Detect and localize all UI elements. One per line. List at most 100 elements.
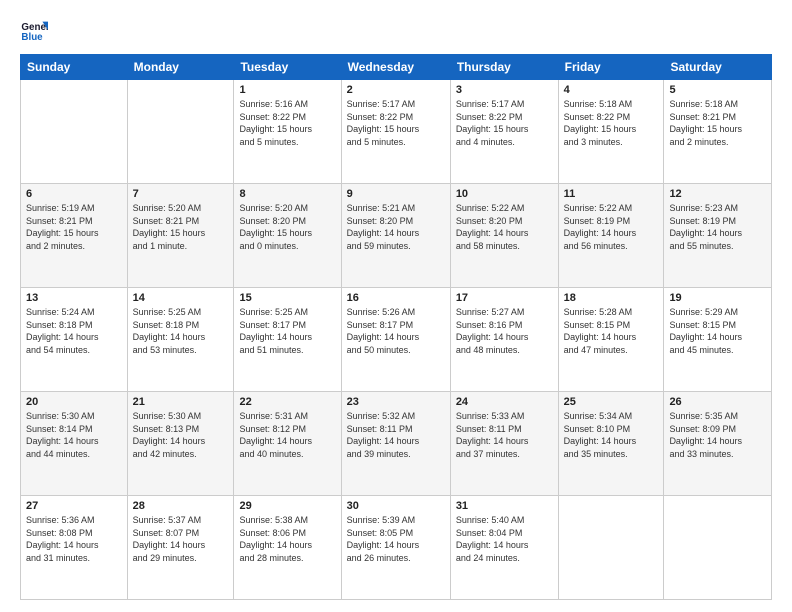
svg-text:Blue: Blue xyxy=(21,32,43,43)
day-info: Sunrise: 5:38 AM Sunset: 8:06 PM Dayligh… xyxy=(239,514,335,564)
day-number: 23 xyxy=(347,396,445,408)
calendar-cell: 4 Sunrise: 5:18 AM Sunset: 8:22 PM Daylig… xyxy=(558,80,664,184)
day-info: Sunrise: 5:40 AM Sunset: 8:04 PM Dayligh… xyxy=(456,514,553,564)
weekday-header-tuesday: Tuesday xyxy=(234,55,341,80)
calendar-cell: 22 Sunrise: 5:31 AM Sunset: 8:12 PM Dayli… xyxy=(234,392,341,496)
calendar-cell: 21 Sunrise: 5:30 AM Sunset: 8:13 PM Dayli… xyxy=(127,392,234,496)
calendar-cell: 29 Sunrise: 5:38 AM Sunset: 8:06 PM Dayli… xyxy=(234,496,341,600)
calendar-cell: 24Sunrise: 5:33 AM Sunset: 8:11 PM Dayli… xyxy=(450,392,558,496)
calendar-cell: 11 Sunrise: 5:22 AM Sunset: 8:19 PM Dayli… xyxy=(558,184,664,288)
day-info: Sunrise: 5:29 AM Sunset: 8:15 PM Dayligh… xyxy=(669,306,766,356)
day-info: Sunrise: 5:26 AM Sunset: 8:17 PM Dayligh… xyxy=(347,306,445,356)
calendar-cell: 31 Sunrise: 5:40 AM Sunset: 8:04 PM Dayli… xyxy=(450,496,558,600)
weekday-header-wednesday: Wednesday xyxy=(341,55,450,80)
calendar-cell: 13 Sunrise: 5:24 AM Sunset: 8:18 PM Dayli… xyxy=(21,288,128,392)
weekday-header-row: SundayMondayTuesdayWednesdayThursdayFrid… xyxy=(21,55,772,80)
day-number: 25 xyxy=(564,396,659,408)
calendar-cell: 18Sunrise: 5:28 AM Sunset: 8:15 PM Dayli… xyxy=(558,288,664,392)
day-number: 3 xyxy=(456,84,553,96)
day-number: 14 xyxy=(133,292,229,304)
day-number: 9 xyxy=(347,188,445,200)
day-number: 21 xyxy=(133,396,229,408)
calendar-week-row: 6 Sunrise: 5:19 AM Sunset: 8:21 PM Daylig… xyxy=(21,184,772,288)
calendar-week-row: 13 Sunrise: 5:24 AM Sunset: 8:18 PM Dayli… xyxy=(21,288,772,392)
day-info: Sunrise: 5:32 AM Sunset: 8:11 PM Dayligh… xyxy=(347,410,445,460)
day-info: Sunrise: 5:20 AM Sunset: 8:21 PM Dayligh… xyxy=(133,202,229,252)
day-number: 22 xyxy=(239,396,335,408)
day-info: Sunrise: 5:18 AM Sunset: 8:21 PM Dayligh… xyxy=(669,98,766,148)
day-info: Sunrise: 5:18 AM Sunset: 8:22 PM Dayligh… xyxy=(564,98,659,148)
calendar-cell: 6 Sunrise: 5:19 AM Sunset: 8:21 PM Daylig… xyxy=(21,184,128,288)
day-number: 26 xyxy=(669,396,766,408)
calendar-cell: 5 Sunrise: 5:18 AM Sunset: 8:21 PM Daylig… xyxy=(664,80,772,184)
calendar-cell: 14 Sunrise: 5:25 AM Sunset: 8:18 PM Dayli… xyxy=(127,288,234,392)
day-info: Sunrise: 5:22 AM Sunset: 8:20 PM Dayligh… xyxy=(456,202,553,252)
day-number: 6 xyxy=(26,188,122,200)
day-number: 19 xyxy=(669,292,766,304)
calendar-cell: 30Sunrise: 5:39 AM Sunset: 8:05 PM Dayli… xyxy=(341,496,450,600)
day-info: Sunrise: 5:31 AM Sunset: 8:12 PM Dayligh… xyxy=(239,410,335,460)
calendar-cell: 28 Sunrise: 5:37 AM Sunset: 8:07 PM Dayli… xyxy=(127,496,234,600)
day-info: Sunrise: 5:30 AM Sunset: 8:13 PM Dayligh… xyxy=(133,410,229,460)
day-number: 4 xyxy=(564,84,659,96)
calendar-cell: 23 Sunrise: 5:32 AM Sunset: 8:11 PM Dayli… xyxy=(341,392,450,496)
day-info: Sunrise: 5:21 AM Sunset: 8:20 PM Dayligh… xyxy=(347,202,445,252)
day-number: 11 xyxy=(564,188,659,200)
weekday-header-thursday: Thursday xyxy=(450,55,558,80)
day-info: Sunrise: 5:37 AM Sunset: 8:07 PM Dayligh… xyxy=(133,514,229,564)
day-info: Sunrise: 5:25 AM Sunset: 8:18 PM Dayligh… xyxy=(133,306,229,356)
day-info: Sunrise: 5:36 AM Sunset: 8:08 PM Dayligh… xyxy=(26,514,122,564)
calendar-week-row: 20 Sunrise: 5:30 AM Sunset: 8:14 PM Dayli… xyxy=(21,392,772,496)
day-info: Sunrise: 5:35 AM Sunset: 8:09 PM Dayligh… xyxy=(669,410,766,460)
day-number: 28 xyxy=(133,500,229,512)
day-number: 17 xyxy=(456,292,553,304)
day-info: Sunrise: 5:30 AM Sunset: 8:14 PM Dayligh… xyxy=(26,410,122,460)
calendar-cell xyxy=(664,496,772,600)
calendar-cell: 12 Sunrise: 5:23 AM Sunset: 8:19 PM Dayli… xyxy=(664,184,772,288)
day-number: 1 xyxy=(239,84,335,96)
day-info: Sunrise: 5:24 AM Sunset: 8:18 PM Dayligh… xyxy=(26,306,122,356)
day-number: 8 xyxy=(239,188,335,200)
calendar-cell xyxy=(558,496,664,600)
day-number: 31 xyxy=(456,500,553,512)
weekday-header-sunday: Sunday xyxy=(21,55,128,80)
day-number: 10 xyxy=(456,188,553,200)
day-info: Sunrise: 5:33 AM Sunset: 8:11 PM Dayligh… xyxy=(456,410,553,460)
logo: General Blue xyxy=(20,16,52,44)
calendar-cell: 25Sunrise: 5:34 AM Sunset: 8:10 PM Dayli… xyxy=(558,392,664,496)
day-number: 20 xyxy=(26,396,122,408)
calendar-cell: 7 Sunrise: 5:20 AM Sunset: 8:21 PM Daylig… xyxy=(127,184,234,288)
day-number: 29 xyxy=(239,500,335,512)
calendar-cell: 15Sunrise: 5:25 AM Sunset: 8:17 PM Dayli… xyxy=(234,288,341,392)
weekday-header-saturday: Saturday xyxy=(664,55,772,80)
calendar-week-row: 27 Sunrise: 5:36 AM Sunset: 8:08 PM Dayli… xyxy=(21,496,772,600)
day-info: Sunrise: 5:17 AM Sunset: 8:22 PM Dayligh… xyxy=(347,98,445,148)
calendar-cell: 3Sunrise: 5:17 AM Sunset: 8:22 PM Daylig… xyxy=(450,80,558,184)
day-number: 12 xyxy=(669,188,766,200)
calendar-cell: 2Sunrise: 5:17 AM Sunset: 8:22 PM Daylig… xyxy=(341,80,450,184)
calendar-week-row: 1Sunrise: 5:16 AM Sunset: 8:22 PM Daylig… xyxy=(21,80,772,184)
calendar-cell: 20 Sunrise: 5:30 AM Sunset: 8:14 PM Dayli… xyxy=(21,392,128,496)
day-number: 5 xyxy=(669,84,766,96)
logo-icon: General Blue xyxy=(20,16,48,44)
day-number: 13 xyxy=(26,292,122,304)
calendar-cell: 26 Sunrise: 5:35 AM Sunset: 8:09 PM Dayli… xyxy=(664,392,772,496)
day-info: Sunrise: 5:22 AM Sunset: 8:19 PM Dayligh… xyxy=(564,202,659,252)
calendar-cell: 9 Sunrise: 5:21 AM Sunset: 8:20 PM Daylig… xyxy=(341,184,450,288)
day-info: Sunrise: 5:39 AM Sunset: 8:05 PM Dayligh… xyxy=(347,514,445,564)
day-info: Sunrise: 5:20 AM Sunset: 8:20 PM Dayligh… xyxy=(239,202,335,252)
weekday-header-friday: Friday xyxy=(558,55,664,80)
day-number: 7 xyxy=(133,188,229,200)
day-info: Sunrise: 5:25 AM Sunset: 8:17 PM Dayligh… xyxy=(239,306,335,356)
day-info: Sunrise: 5:19 AM Sunset: 8:21 PM Dayligh… xyxy=(26,202,122,252)
day-info: Sunrise: 5:27 AM Sunset: 8:16 PM Dayligh… xyxy=(456,306,553,356)
day-number: 27 xyxy=(26,500,122,512)
calendar-cell: 16Sunrise: 5:26 AM Sunset: 8:17 PM Dayli… xyxy=(341,288,450,392)
calendar-cell: 8 Sunrise: 5:20 AM Sunset: 8:20 PM Daylig… xyxy=(234,184,341,288)
day-info: Sunrise: 5:28 AM Sunset: 8:15 PM Dayligh… xyxy=(564,306,659,356)
calendar-cell: 1Sunrise: 5:16 AM Sunset: 8:22 PM Daylig… xyxy=(234,80,341,184)
calendar-cell: 19 Sunrise: 5:29 AM Sunset: 8:15 PM Dayli… xyxy=(664,288,772,392)
calendar-cell xyxy=(127,80,234,184)
day-info: Sunrise: 5:23 AM Sunset: 8:19 PM Dayligh… xyxy=(669,202,766,252)
calendar-cell: 10 Sunrise: 5:22 AM Sunset: 8:20 PM Dayli… xyxy=(450,184,558,288)
